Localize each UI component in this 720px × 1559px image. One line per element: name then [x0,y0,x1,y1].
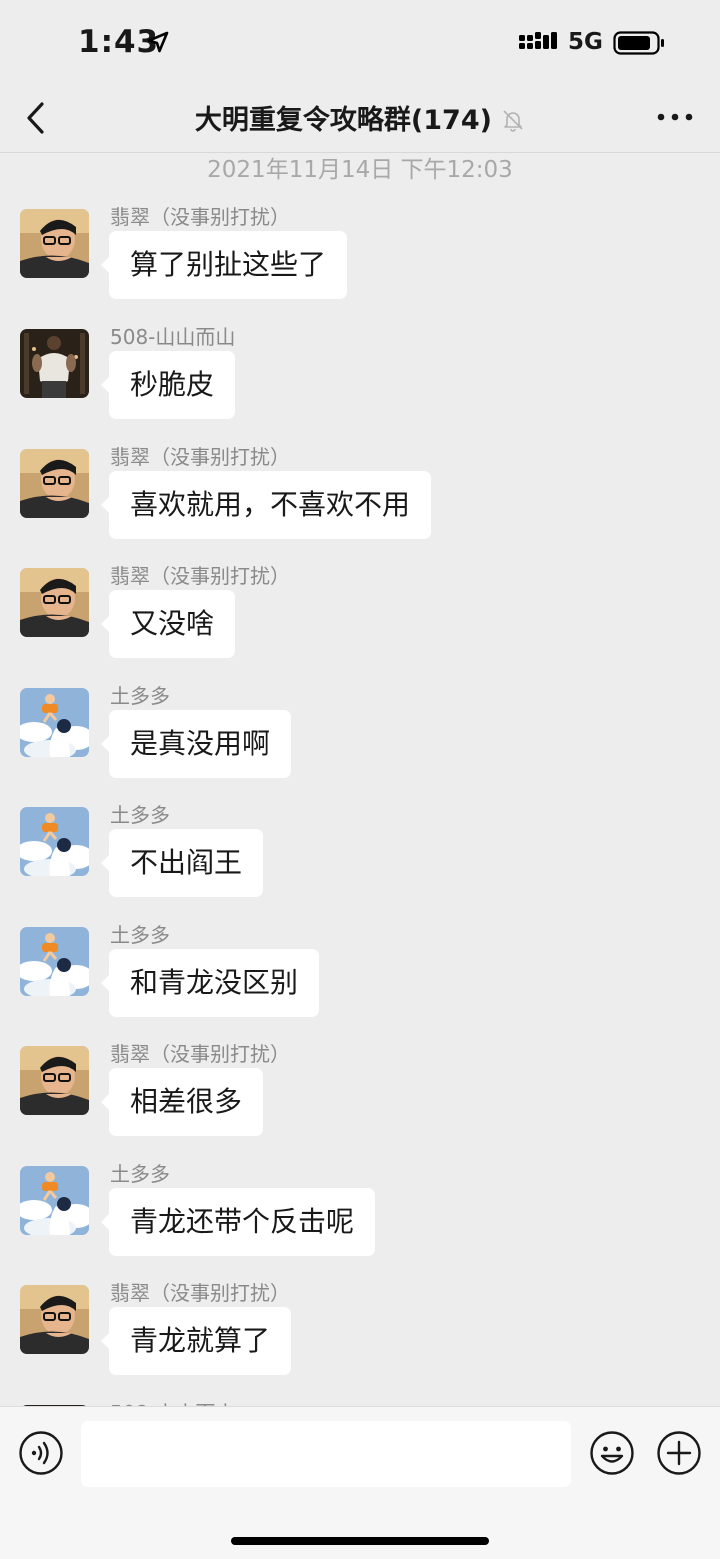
message-item: 翡翠（没事别打扰） 又没啥 [0,512,720,658]
sender-name: 土多多 [110,923,170,947]
emoji-icon[interactable] [589,1430,635,1476]
cellular-signal-icon [519,32,557,49]
plus-circle-icon[interactable] [656,1430,702,1476]
network-type: 5G [568,29,603,55]
avatar-sky-child[interactable] [20,807,89,876]
sender-name: 508-山山而山 [110,325,236,349]
chat-title[interactable]: 大明重复令攻略群(174) [195,105,492,136]
message-item: 土多多 不出阎王 [0,751,720,897]
message-item: 508-山山而山 秒脆皮 [0,273,720,419]
sender-name: 翡翠（没事别打扰） [110,445,290,469]
bell-slash-icon [503,110,523,132]
avatar-gym[interactable] [20,329,89,398]
avatar-man-glasses[interactable] [20,449,89,518]
sender-name: 土多多 [110,684,170,708]
avatar-sky-child[interactable] [20,927,89,996]
sender-name: 土多多 [110,803,170,827]
message-item: 508-山山而山 [0,1349,720,1406]
location-arrow-icon [147,31,169,53]
sender-name: 土多多 [110,1162,170,1186]
chat-header: 大明重复令攻略群(174) [0,88,720,153]
avatar-sky-child[interactable] [20,688,89,757]
message-item: 翡翠（没事别打扰） 喜欢就用，不喜欢不用 [0,393,720,539]
chat-title-wrap: 大明重复令攻略群(174) [0,98,720,137]
avatar-man-glasses[interactable] [20,1046,89,1115]
input-bar [0,1406,720,1559]
avatar-man-glasses[interactable] [20,1285,89,1354]
message-input[interactable] [81,1421,571,1487]
sender-name: 508-山山而山 [110,1397,235,1406]
avatar-man-glasses[interactable] [20,568,89,637]
sender-name: 翡翠（没事别打扰） [110,1281,290,1305]
sender-name: 翡翠（没事别打扰） [110,564,290,588]
message-item: 翡翠（没事别打扰） 青龙就算了 [0,1229,720,1375]
message-item: 土多多 青龙还带个反击呢 [0,1110,720,1256]
message-list[interactable]: 2021年11月14日 下午12:03 翡翠（没事别打扰） 算了别扯这些了 50… [0,153,720,1406]
message-item: 翡翠（没事别打扰） 相差很多 [0,990,720,1136]
battery-icon [613,31,664,55]
voice-icon[interactable] [18,1430,64,1476]
message-item: 土多多 是真没用啊 [0,632,720,778]
more-options-button[interactable] [656,106,694,128]
avatar-man-glasses[interactable] [20,209,89,278]
message-item: 土多多 和青龙没区别 [0,871,720,1017]
avatar-sky-child[interactable] [20,1166,89,1235]
home-indicator[interactable] [231,1537,489,1545]
sender-name: 翡翠（没事别打扰） [110,1042,290,1066]
message-item: 翡翠（没事别打扰） 算了别扯这些了 [0,153,720,299]
status-bar: 1:43 5G [0,0,720,88]
sender-name: 翡翠（没事别打扰） [110,205,290,229]
